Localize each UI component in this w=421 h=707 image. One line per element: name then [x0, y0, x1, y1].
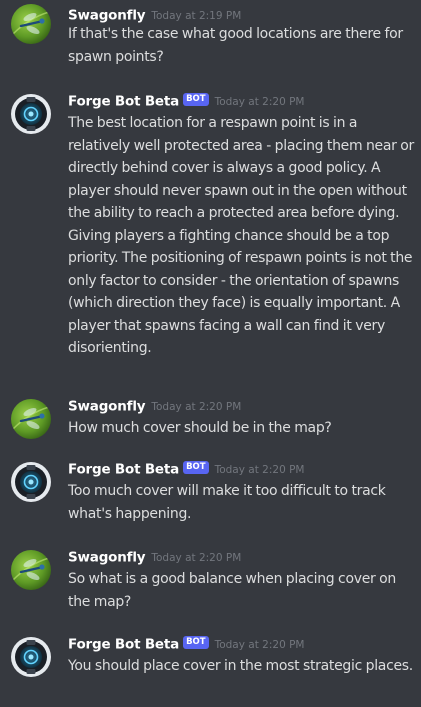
message-author[interactable]: Swagonfly — [68, 399, 146, 415]
chat-message: Forge Bot Beta BOT Today at 2:20 PM Too mu… — [0, 458, 421, 528]
message-timestamp: Today at 2:20 PM — [151, 400, 242, 413]
message-author[interactable]: Swagonfly — [68, 8, 146, 24]
message-content: If that's the case what good locations a… — [68, 26, 403, 65]
bot-tag-badge: BOT — [183, 93, 209, 106]
message-author[interactable]: Forge Bot Beta — [68, 637, 179, 653]
message-header: Swagonfly Today at 2:20 PM — [68, 395, 241, 417]
chat-message: Forge Bot Beta BOT Today at 2:20 PM The be… — [0, 90, 421, 375]
forge-bot-avatar-icon[interactable] — [11, 94, 51, 134]
chat-message: Swagonfly Today at 2:19 PM If that's the … — [0, 4, 421, 65]
message-content: You should place cover in the most strat… — [68, 658, 413, 674]
bot-tag-badge: BOT — [183, 461, 209, 474]
message-header: Forge Bot Beta BOT Today at 2:20 PM — [68, 633, 304, 655]
chat-message: Forge Bot Beta BOT Today at 2:20 PM You sh… — [0, 633, 421, 703]
dragonfly-avatar-icon[interactable] — [11, 550, 51, 590]
chat-message: Swagonfly Today at 2:20 PM So what is a g… — [0, 546, 421, 616]
message-timestamp: Today at 2:19 PM — [151, 9, 242, 22]
message-content: The best location for a respawn point is… — [68, 115, 414, 356]
chat-message-list: Swagonfly Today at 2:19 PM If that's the … — [0, 0, 421, 707]
message-header: Swagonfly Today at 2:20 PM — [68, 546, 241, 568]
message-author[interactable]: Forge Bot Beta — [68, 94, 179, 110]
message-content: So what is a good balance when placing c… — [68, 571, 396, 610]
message-header: Forge Bot Beta BOT Today at 2:20 PM — [68, 90, 304, 112]
message-timestamp: Today at 2:20 PM — [151, 551, 242, 564]
message-content: How much cover should be in the map? — [68, 420, 332, 436]
forge-bot-avatar-icon[interactable] — [11, 462, 51, 502]
dragonfly-avatar-icon[interactable] — [11, 4, 51, 44]
forge-bot-avatar-icon[interactable] — [11, 637, 51, 677]
bot-tag-badge: BOT — [183, 636, 209, 649]
message-content: Too much cover will make it too difficul… — [68, 483, 386, 522]
chat-message: Swagonfly Today at 2:20 PM How much cover… — [0, 395, 421, 445]
message-timestamp: Today at 2:20 PM — [214, 95, 305, 108]
message-header: Forge Bot Beta BOT Today at 2:20 PM — [68, 458, 304, 480]
dragonfly-avatar-icon[interactable] — [11, 399, 51, 439]
message-timestamp: Today at 2:20 PM — [214, 638, 305, 651]
message-timestamp: Today at 2:20 PM — [214, 463, 305, 476]
message-author[interactable]: Swagonfly — [68, 550, 146, 566]
message-author[interactable]: Forge Bot Beta — [68, 462, 179, 478]
